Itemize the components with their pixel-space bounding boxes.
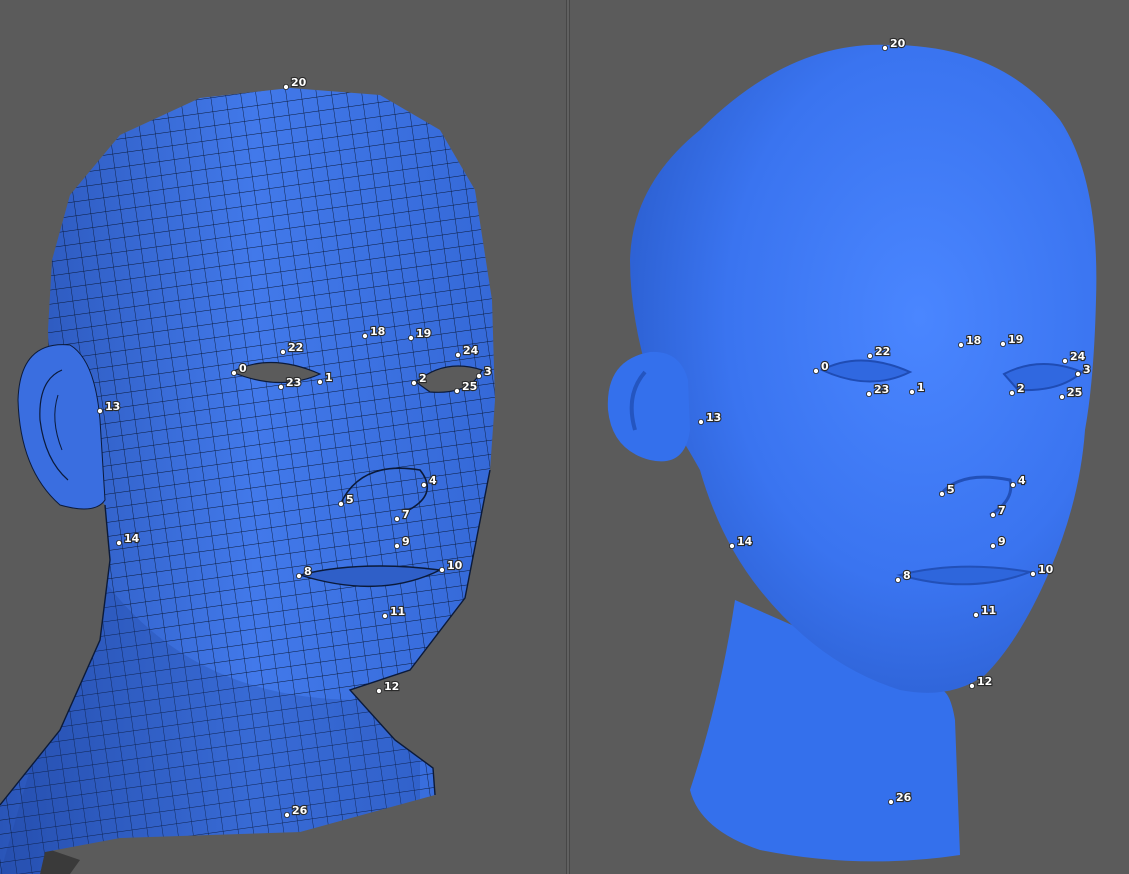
landmark-label: 24 — [1070, 350, 1086, 363]
base-stub — [40, 848, 80, 874]
landmark-label: 14 — [737, 535, 753, 548]
landmark-label: 3 — [1083, 363, 1091, 376]
landmark-dot[interactable] — [420, 481, 427, 488]
landmark-dot[interactable] — [282, 84, 289, 91]
viewport-wireframe[interactable]: 0 1 2 3 4 5 7 8 9 10 11 12 13 14 18 19 20 22 23 24 25 26 — [0, 0, 566, 874]
landmark-dot[interactable] — [1075, 370, 1082, 377]
landmark-dot[interactable] — [866, 390, 873, 397]
landmark-dot[interactable] — [407, 334, 414, 341]
landmark-dot[interactable] — [973, 612, 980, 619]
landmark-dot[interactable] — [939, 490, 946, 497]
landmark-dot[interactable] — [1009, 389, 1016, 396]
landmark-dot[interactable] — [1059, 393, 1066, 400]
landmark-dot[interactable] — [909, 388, 916, 395]
landmark-dot[interactable] — [410, 379, 417, 386]
landmark-dot[interactable] — [375, 688, 382, 695]
landmark-label: 26 — [896, 791, 912, 804]
landmark-label: 2 — [1017, 382, 1025, 395]
landmark-dot[interactable] — [454, 351, 461, 358]
landmark-dot[interactable] — [438, 567, 445, 574]
landmark-label: 9 — [998, 535, 1006, 548]
landmark-label: 0 — [821, 360, 829, 373]
landmark-dot[interactable] — [381, 613, 388, 620]
landmark-dot[interactable] — [1000, 340, 1007, 347]
landmark-dot[interactable] — [888, 799, 895, 806]
landmark-label: 19 — [416, 327, 431, 340]
landmark-label: 25 — [462, 380, 477, 393]
landmark-label: 2 — [419, 372, 427, 385]
landmark-dot[interactable] — [453, 387, 460, 394]
landmark-dot[interactable] — [230, 369, 237, 376]
landmark-dot[interactable] — [813, 367, 820, 374]
landmark-12[interactable]: 12 — [375, 679, 400, 695]
landmark-label: 10 — [447, 559, 463, 572]
landmark-label: 0 — [239, 362, 247, 375]
landmark-dot[interactable] — [882, 45, 889, 52]
landmark-dot[interactable] — [279, 348, 286, 355]
landmark-20[interactable]: 20 — [882, 36, 907, 52]
landmark-label: 1 — [325, 371, 333, 384]
landmark-label: 18 — [966, 334, 981, 347]
landmark-label: 3 — [484, 365, 492, 378]
landmark-dot[interactable] — [283, 812, 290, 819]
landmark-label: 1 — [917, 381, 925, 394]
landmark-20[interactable]: 20 — [282, 75, 308, 91]
landmark-label: 11 — [390, 605, 405, 618]
landmark-label: 11 — [981, 604, 996, 617]
landmark-dot[interactable] — [958, 341, 965, 348]
landmark-dot[interactable] — [867, 352, 874, 359]
landmark-dot[interactable] — [1010, 481, 1017, 488]
landmark-dot[interactable] — [393, 516, 400, 523]
landmark-dot[interactable] — [1062, 357, 1069, 364]
landmark-dot[interactable] — [316, 378, 323, 385]
landmark-label: 20 — [291, 76, 307, 89]
wireframe-head-canvas[interactable]: 01 2345789101112131418 19202223242526 — [0, 0, 566, 874]
landmark-dot[interactable] — [1030, 571, 1037, 578]
landmark-label: 5 — [947, 483, 955, 496]
landmark-dot[interactable] — [895, 577, 902, 584]
landmark-label: 24 — [463, 344, 479, 357]
landmark-dot[interactable] — [969, 683, 976, 690]
landmark-dot[interactable] — [990, 512, 997, 519]
landmark-label: 13 — [706, 411, 721, 424]
landmark-label: 8 — [903, 569, 911, 582]
landmark-label: 22 — [288, 341, 303, 354]
landmark-label: 23 — [874, 383, 889, 396]
landmark-label: 22 — [875, 345, 890, 358]
landmark-label: 8 — [304, 565, 312, 578]
landmark-label: 18 — [370, 325, 385, 338]
landmark-label: 23 — [286, 376, 301, 389]
landmark-label: 20 — [890, 37, 906, 50]
shaded-head-canvas[interactable]: 01 2345789101112131418 19202223242526 — [570, 0, 1129, 874]
landmark-dot[interactable] — [698, 418, 705, 425]
landmark-label: 26 — [292, 804, 308, 817]
shaded-head — [607, 44, 1097, 862]
landmark-label: 4 — [429, 474, 437, 487]
landmark-dot[interactable] — [990, 543, 997, 550]
landmark-dot[interactable] — [729, 543, 736, 550]
landmark-label: 10 — [1038, 563, 1054, 576]
landmark-label: 12 — [977, 675, 992, 688]
landmark-dot[interactable] — [337, 500, 344, 507]
landmark-dot[interactable] — [277, 383, 284, 390]
landmark-dot[interactable] — [361, 332, 368, 339]
viewport-shaded[interactable]: 0 1 2 3 4 5 7 8 9 10 11 12 13 14 18 19 20 22 23 24 25 26 — [570, 0, 1129, 874]
landmark-label: 5 — [346, 493, 354, 506]
landmark-label: 7 — [998, 504, 1006, 517]
landmark-dot[interactable] — [393, 543, 400, 550]
landmark-dot[interactable] — [97, 407, 104, 414]
landmark-label: 12 — [384, 680, 399, 693]
landmark-label: 9 — [402, 535, 410, 548]
landmark-label: 7 — [402, 508, 410, 521]
landmark-label: 14 — [124, 532, 140, 545]
landmark-label: 25 — [1067, 386, 1082, 399]
landmark-dot[interactable] — [475, 372, 482, 379]
landmark-label: 4 — [1018, 474, 1026, 487]
landmark-label: 19 — [1008, 333, 1023, 346]
landmark-label: 13 — [105, 400, 120, 413]
landmark-dot[interactable] — [116, 540, 123, 547]
landmark-dot[interactable] — [295, 573, 302, 580]
